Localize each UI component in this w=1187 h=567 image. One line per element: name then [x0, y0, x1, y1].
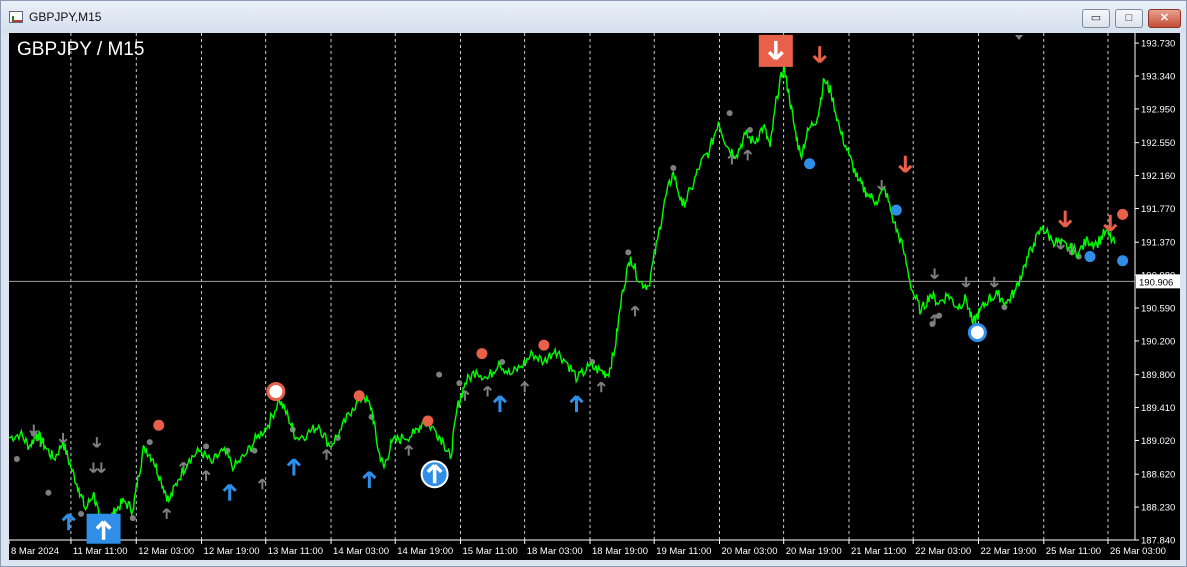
sell-signal-dot [538, 339, 550, 351]
maximize-button[interactable]: □ [1115, 9, 1143, 28]
buy-signal-dot [1084, 251, 1096, 263]
price-tick-label: 189.410 [1141, 403, 1175, 414]
buy-signal-dot [804, 158, 816, 170]
time-tick-label: 15 Mar 11:00 [463, 546, 518, 557]
price-tick-label: 187.840 [1141, 536, 1175, 547]
grey-signal-dot [436, 371, 443, 378]
grey-signal-dot [670, 164, 677, 171]
price-tick-label: 189.020 [1141, 436, 1175, 447]
sell-signal-dot [422, 415, 434, 427]
sell-signal-ring [266, 382, 286, 402]
grey-signal-dot [146, 439, 153, 446]
window-title: GBPJPY,M15 [29, 10, 102, 24]
price-tick-label: 188.620 [1141, 470, 1175, 481]
current-price-marker: 190.906 [1136, 274, 1180, 289]
time-tick-label: 14 Mar 03:00 [333, 546, 389, 557]
price-tick-label: 192.160 [1141, 171, 1175, 182]
price-tick-label: 193.730 [1141, 39, 1175, 50]
chart-background [9, 33, 1180, 560]
grey-signal-dot [746, 127, 753, 134]
time-tick-label: 19 Mar 11:00 [656, 546, 711, 557]
price-tick-label: 192.950 [1141, 104, 1175, 115]
time-tick-label: 22 Mar 19:00 [980, 546, 1036, 557]
chart-symbol-label: GBPJPY / M15 [17, 39, 144, 60]
grey-signal-dot [456, 380, 463, 387]
price-tick-label: 192.550 [1141, 138, 1175, 149]
grey-signal-dot [625, 249, 632, 256]
grey-signal-dot [13, 456, 20, 463]
minimize-button[interactable]: ▭ [1082, 9, 1110, 28]
grey-signal-dot [203, 443, 210, 450]
time-tick-label: 21 Mar 11:00 [851, 546, 906, 557]
time-tick-label: 13 Mar 11:00 [268, 546, 323, 557]
price-tick-label: 191.370 [1141, 238, 1175, 249]
time-tick-label: 26 Mar 03:00 [1110, 546, 1166, 557]
grey-signal-dot [129, 515, 136, 522]
sell-signal-dot [153, 419, 165, 431]
time-tick-label: 18 Mar 19:00 [592, 546, 648, 557]
chart-area[interactable]: 193.730 193.340 192.950 192.550 192.160 191.7… [8, 33, 1180, 560]
price-tick-label: 193.340 [1141, 72, 1175, 83]
time-tick-label: 25 Mar 11:00 [1046, 546, 1101, 557]
time-tick-label: 14 Mar 19:00 [397, 546, 453, 557]
buy-signal-ring [967, 322, 987, 342]
sell-signal-dot [353, 390, 365, 402]
buy-signal-dot [890, 204, 902, 216]
time-tick-label: 12 Mar 19:00 [204, 546, 260, 557]
close-button[interactable]: ✕ [1148, 9, 1181, 28]
time-tick-label: 18 Mar 03:00 [527, 546, 583, 557]
title-bar[interactable]: GBPJPY,M15 ▭ □ ✕ [1, 1, 1186, 33]
sell-signal-dot [1117, 208, 1129, 220]
grey-signal-dot [78, 510, 85, 517]
price-tick-label: 189.800 [1141, 370, 1175, 381]
price-tick-label: 191.770 [1141, 204, 1175, 215]
current-price-label: 190.906 [1139, 277, 1173, 288]
price-tick-label: 190.200 [1141, 336, 1175, 347]
chart-window-icon [9, 11, 23, 23]
time-tick-label: 20 Mar 19:00 [786, 546, 842, 557]
price-tick-label: 190.590 [1141, 304, 1175, 315]
time-tick-label: 12 Mar 03:00 [138, 546, 194, 557]
time-tick-label: 20 Mar 03:00 [722, 546, 778, 557]
grey-signal-dot [45, 489, 52, 496]
grey-signal-dot [726, 110, 733, 117]
buy-signal-dot [1117, 255, 1129, 267]
chart-window: GBPJPY,M15 ▭ □ ✕ 193.730 193.340 192.950 19… [0, 0, 1187, 567]
price-chart[interactable]: 193.730 193.340 192.950 192.550 192.160 191.7… [8, 33, 1180, 560]
time-tick-label: 22 Mar 03:00 [915, 546, 971, 557]
grey-signal-dot [368, 413, 375, 420]
time-tick-label: 8 Mar 2024 [11, 546, 59, 557]
sell-signal-dot [476, 348, 488, 360]
time-tick-label: 11 Mar 11:00 [73, 546, 128, 557]
price-tick-label: 188.230 [1141, 503, 1175, 514]
